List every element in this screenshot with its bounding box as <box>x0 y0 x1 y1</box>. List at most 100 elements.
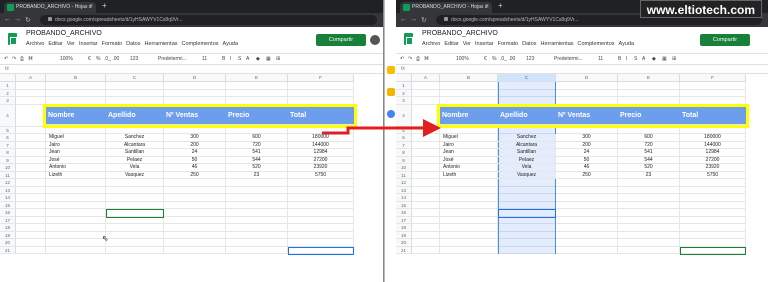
cell[interactable] <box>288 179 354 187</box>
cell[interactable] <box>46 209 106 217</box>
redo-icon[interactable]: ↷ <box>12 56 16 62</box>
data-cell[interactable]: Lizeth <box>46 171 106 179</box>
fill-color-icon[interactable]: ◆ <box>256 56 260 62</box>
cell[interactable] <box>440 246 498 254</box>
paint-format-icon[interactable]: ⌘ <box>424 56 429 62</box>
cell[interactable] <box>288 126 354 134</box>
row-header-12[interactable]: 12 <box>396 179 412 187</box>
menu-item-editar[interactable]: Editar <box>48 41 62 47</box>
strikethrough-icon[interactable]: S <box>238 56 241 62</box>
row-header-20[interactable]: 20 <box>0 239 16 247</box>
cell[interactable] <box>412 134 440 142</box>
cell[interactable] <box>556 224 618 232</box>
spreadsheet-grid[interactable]: A B C D E F 1 2 3 4 5 6 7 8 9 10 11 12 13 14 15 16 17 18 19 20 21 N… <box>0 74 383 282</box>
row-header-21[interactable]: 21 <box>396 246 412 254</box>
cell[interactable] <box>680 239 746 247</box>
keep-icon[interactable] <box>387 66 395 74</box>
data-cell[interactable]: Antonio <box>46 164 106 172</box>
cell[interactable] <box>412 156 440 164</box>
data-cell[interactable]: 27200 <box>288 156 354 164</box>
cell[interactable] <box>46 82 106 90</box>
cell[interactable] <box>556 194 618 202</box>
cell[interactable] <box>440 201 498 209</box>
cell[interactable] <box>16 149 46 157</box>
zoom-select[interactable]: 100% <box>456 56 469 62</box>
cell[interactable] <box>412 97 440 105</box>
sheets-logo-icon[interactable] <box>8 33 17 45</box>
cell[interactable] <box>556 239 618 247</box>
font-select[interactable]: Predetermi... <box>158 56 187 62</box>
data-cell[interactable]: Alcantara <box>106 141 164 149</box>
cell[interactable] <box>680 186 746 194</box>
cell[interactable] <box>288 209 354 217</box>
share-button[interactable]: Compartir <box>316 34 366 46</box>
menu-item-datos[interactable]: Datos <box>126 41 140 47</box>
cell[interactable] <box>164 224 226 232</box>
reload-icon[interactable]: ↻ <box>421 16 427 24</box>
number-format-select[interactable]: 123 <box>130 56 138 62</box>
data-cell[interactable]: 23920 <box>288 164 354 172</box>
menu-item-formato[interactable]: Formato <box>102 41 122 47</box>
cell[interactable] <box>618 239 680 247</box>
decimal-buttons[interactable]: .0_ .00 <box>500 56 515 62</box>
data-cell[interactable]: Jairo <box>440 141 498 149</box>
cell[interactable] <box>106 246 164 254</box>
cell[interactable] <box>16 134 46 142</box>
menu-item-insertar[interactable]: Insertar <box>79 41 98 47</box>
menu-item-ver[interactable]: Ver <box>67 41 75 47</box>
zoom-select[interactable]: 100% <box>60 56 73 62</box>
cell[interactable] <box>680 82 746 90</box>
forward-icon[interactable]: → <box>410 16 417 23</box>
data-cell[interactable]: Alcantara <box>498 141 556 149</box>
cell[interactable] <box>226 89 288 97</box>
cell[interactable] <box>412 82 440 90</box>
row-header-15[interactable]: 15 <box>0 201 16 209</box>
cell[interactable] <box>412 149 440 157</box>
share-button[interactable]: Compartir <box>700 34 750 46</box>
row-header-8[interactable]: 8 <box>396 149 412 157</box>
cell[interactable] <box>412 231 440 239</box>
data-cell[interactable]: 24 <box>164 149 226 157</box>
selected-cell[interactable] <box>680 246 746 255</box>
percent-button[interactable]: % <box>492 56 496 62</box>
cell[interactable] <box>16 239 46 247</box>
data-cell[interactable]: 520 <box>226 164 288 172</box>
cell[interactable] <box>288 194 354 202</box>
row-header-13[interactable]: 13 <box>0 186 16 194</box>
cell[interactable] <box>226 224 288 232</box>
cell[interactable] <box>46 89 106 97</box>
row-header-17[interactable]: 17 <box>0 216 16 224</box>
data-cell[interactable]: Sanchez <box>498 134 556 142</box>
menu-item-datos[interactable]: Datos <box>522 41 536 47</box>
cell[interactable] <box>680 179 746 187</box>
cell[interactable] <box>440 179 498 187</box>
percent-button[interactable]: % <box>96 56 100 62</box>
formula-bar[interactable]: fx <box>0 65 383 74</box>
cell[interactable] <box>680 126 746 134</box>
cell[interactable] <box>618 246 680 254</box>
data-cell[interactable]: 250 <box>164 171 226 179</box>
data-cell[interactable]: 23920 <box>680 164 746 172</box>
cell[interactable] <box>164 194 226 202</box>
sheets-logo-icon[interactable] <box>404 33 413 45</box>
data-cell[interactable]: 300 <box>556 134 618 142</box>
cell[interactable] <box>16 89 46 97</box>
text-color-icon[interactable]: A <box>246 56 249 62</box>
cell[interactable] <box>16 171 46 179</box>
redo-icon[interactable]: ↷ <box>408 56 412 62</box>
cell[interactable] <box>288 224 354 232</box>
column-header-e[interactable]: E <box>226 74 288 82</box>
cell[interactable] <box>46 201 106 209</box>
data-cell[interactable]: 544 <box>618 156 680 164</box>
fill-color-icon[interactable]: ◆ <box>652 56 656 62</box>
data-cell[interactable]: 600 <box>618 134 680 142</box>
back-icon[interactable]: ← <box>4 16 11 23</box>
cell[interactable] <box>440 224 498 232</box>
row-header-11[interactable]: 11 <box>396 171 412 179</box>
cell[interactable] <box>680 224 746 232</box>
cell[interactable] <box>680 231 746 239</box>
cell[interactable] <box>16 104 46 127</box>
cell[interactable] <box>16 209 46 217</box>
formula-bar[interactable]: fx <box>396 65 768 74</box>
cell[interactable] <box>164 186 226 194</box>
